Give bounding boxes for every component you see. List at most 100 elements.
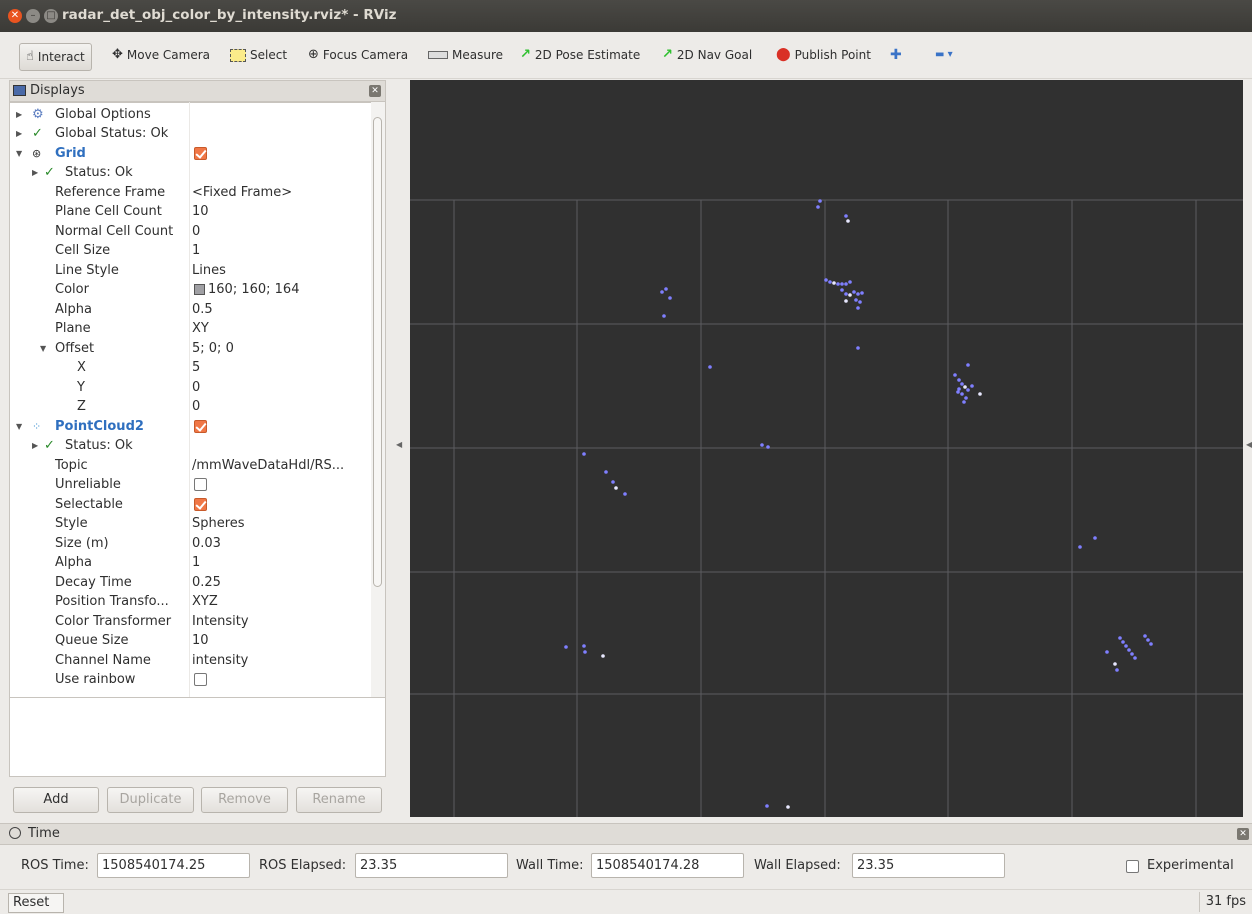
color-swatch[interactable] [194,284,205,295]
focus-camera-tool-button[interactable]: ⊕ Focus Camera [308,44,408,66]
unreliable-checkbox[interactable] [194,478,207,491]
tree-row-property[interactable]: Z 0 [10,397,372,416]
selectable-checkbox[interactable] [194,498,207,511]
use-rainbow-checkbox[interactable] [194,673,207,686]
tree-row-property[interactable]: Plane XY [10,319,372,338]
experimental-checkbox[interactable] [1126,860,1139,873]
close-panel-icon[interactable]: ✕ [1237,828,1249,840]
rename-display-button[interactable]: Rename [296,787,382,813]
tree-row-property[interactable]: Alpha 0.5 [10,300,372,319]
tree-row-property[interactable]: Unreliable [10,475,372,494]
property-value[interactable]: intensity [192,651,370,670]
tree-row-property[interactable]: Y 0 [10,378,372,397]
add-tool-button[interactable]: ✚ [890,44,902,66]
tree-row-global-status[interactable]: ▶ ✓ Global Status: Ok [10,124,372,143]
close-window-button[interactable]: ✕ [8,9,22,23]
collapse-arrow-icon[interactable]: ▼ [16,417,22,436]
interact-tool-button[interactable]: ☝ Interact [19,43,92,71]
tree-row-property[interactable]: Plane Cell Count 10 [10,202,372,221]
property-value[interactable]: 0.03 [192,534,370,553]
tree-row-property[interactable]: Style Spheres [10,514,372,533]
reset-button[interactable]: Reset [8,893,64,913]
expand-arrow-icon[interactable]: ▶ [16,105,22,124]
property-value[interactable]: 1 [192,553,370,572]
maximize-window-button[interactable]: □ [44,9,58,23]
tree-row-property[interactable]: Color 160; 160; 164 [10,280,372,299]
tree-row-property[interactable]: Color Transformer Intensity [10,612,372,631]
scrollbar-thumb[interactable] [373,117,382,587]
property-value[interactable]: 0 [192,397,370,416]
select-tool-button[interactable]: Select [230,44,287,66]
nav-goal-tool-button[interactable]: ↗ 2D Nav Goal [662,44,752,66]
tree-row-global-options[interactable]: ▶ ⚙ Global Options [10,105,372,124]
property-value[interactable]: 1 [192,241,370,260]
remove-tool-button[interactable]: ▬ ▾ [935,44,953,66]
tree-label: Status: Ok [65,438,133,453]
property-value[interactable]: 0 [192,222,370,241]
tree-row-property[interactable]: Size (m) 0.03 [10,534,372,553]
add-display-button[interactable]: Add [13,787,99,813]
move-camera-tool-button[interactable]: ✥ Move Camera [112,44,210,66]
measure-tool-button[interactable]: Measure [428,44,503,66]
remove-display-button[interactable]: Remove [201,787,288,813]
tree-row-property[interactable]: Channel Name intensity [10,651,372,670]
tree-row-property[interactable]: Use rainbow [10,670,372,689]
property-value[interactable]: XYZ [192,592,370,611]
grid-enabled-checkbox[interactable] [194,147,207,160]
tree-row-property[interactable]: Normal Cell Count 0 [10,222,372,241]
collapse-arrow-icon[interactable]: ▼ [40,339,46,358]
tree-row-property[interactable]: X 5 [10,358,372,377]
tree-row-grid[interactable]: ▼ ⊛ Grid [10,144,372,163]
tree-row-pointcloud2[interactable]: ▼ ⁘ PointCloud2 [10,417,372,436]
pose-estimate-tool-button[interactable]: ↗ 2D Pose Estimate [520,44,640,66]
tree-row-property[interactable]: Position Transfo... XYZ [10,592,372,611]
property-value[interactable]: 10 [192,631,370,650]
column-divider[interactable] [189,102,190,770]
expand-arrow-icon[interactable]: ▶ [16,124,22,143]
expand-arrow-icon[interactable]: ▶ [32,163,38,182]
tree-row-status[interactable]: ▶ ✓ Status: Ok [10,163,372,182]
radar-point [963,385,967,389]
property-value[interactable]: 0.5 [192,300,370,319]
tree-row-property[interactable]: Alpha 1 [10,553,372,572]
publish-point-tool-button[interactable]: ⬤ Publish Point [776,44,871,66]
collapse-left-arrow-icon[interactable]: ◀ [396,440,402,449]
property-value[interactable]: 160; 160; 164 [192,280,370,299]
duplicate-display-button[interactable]: Duplicate [107,787,194,813]
collapse-arrow-icon[interactable]: ▼ [16,144,22,163]
tree-row-property[interactable]: Decay Time 0.25 [10,573,372,592]
property-value[interactable]: 0.25 [192,573,370,592]
tree-row-property[interactable]: Topic /mmWaveDataHdl/RS... [10,456,372,475]
pointcloud-enabled-checkbox[interactable] [194,420,207,433]
tree-row-property[interactable]: Reference Frame <Fixed Frame> [10,183,372,202]
expand-arrow-icon[interactable]: ▶ [32,436,38,455]
scene-canvas[interactable] [410,80,1243,817]
tree-row-property[interactable]: Line Style Lines [10,261,372,280]
property-value[interactable]: 10 [192,202,370,221]
property-value[interactable]: /mmWaveDataHdl/RS... [192,456,370,475]
tree-row-status[interactable]: ▶ ✓ Status: Ok [10,436,372,455]
minimize-window-button[interactable]: – [26,9,40,23]
radar-point [582,644,586,648]
property-value[interactable]: Spheres [192,514,370,533]
tree-scrollbar[interactable] [371,102,385,768]
property-value[interactable]: Lines [192,261,370,280]
tree-row-property[interactable]: Selectable [10,495,372,514]
property-value[interactable]: 5 [192,358,370,377]
property-value[interactable]: 0 [192,378,370,397]
close-panel-icon[interactable]: ✕ [369,85,381,97]
tree-row-offset[interactable]: ▼ Offset 5; 0; 0 [10,339,372,358]
tree-row-property[interactable]: Queue Size 10 [10,631,372,650]
experimental-label[interactable]: Experimental [1147,858,1234,873]
wall-elapsed-field[interactable]: 23.35 [852,853,1005,878]
property-value[interactable]: Intensity [192,612,370,631]
wall-time-field[interactable]: 1508540174.28 [591,853,744,878]
ros-time-field[interactable]: 1508540174.25 [97,853,250,878]
render-viewport[interactable] [410,80,1243,817]
property-value[interactable]: XY [192,319,370,338]
tree-row-property[interactable]: Cell Size 1 [10,241,372,260]
property-value[interactable]: <Fixed Frame> [192,183,370,202]
ros-elapsed-field[interactable]: 23.35 [355,853,508,878]
collapse-right-arrow-icon[interactable]: ◀ [1246,440,1252,449]
property-value[interactable]: 5; 0; 0 [192,339,370,358]
